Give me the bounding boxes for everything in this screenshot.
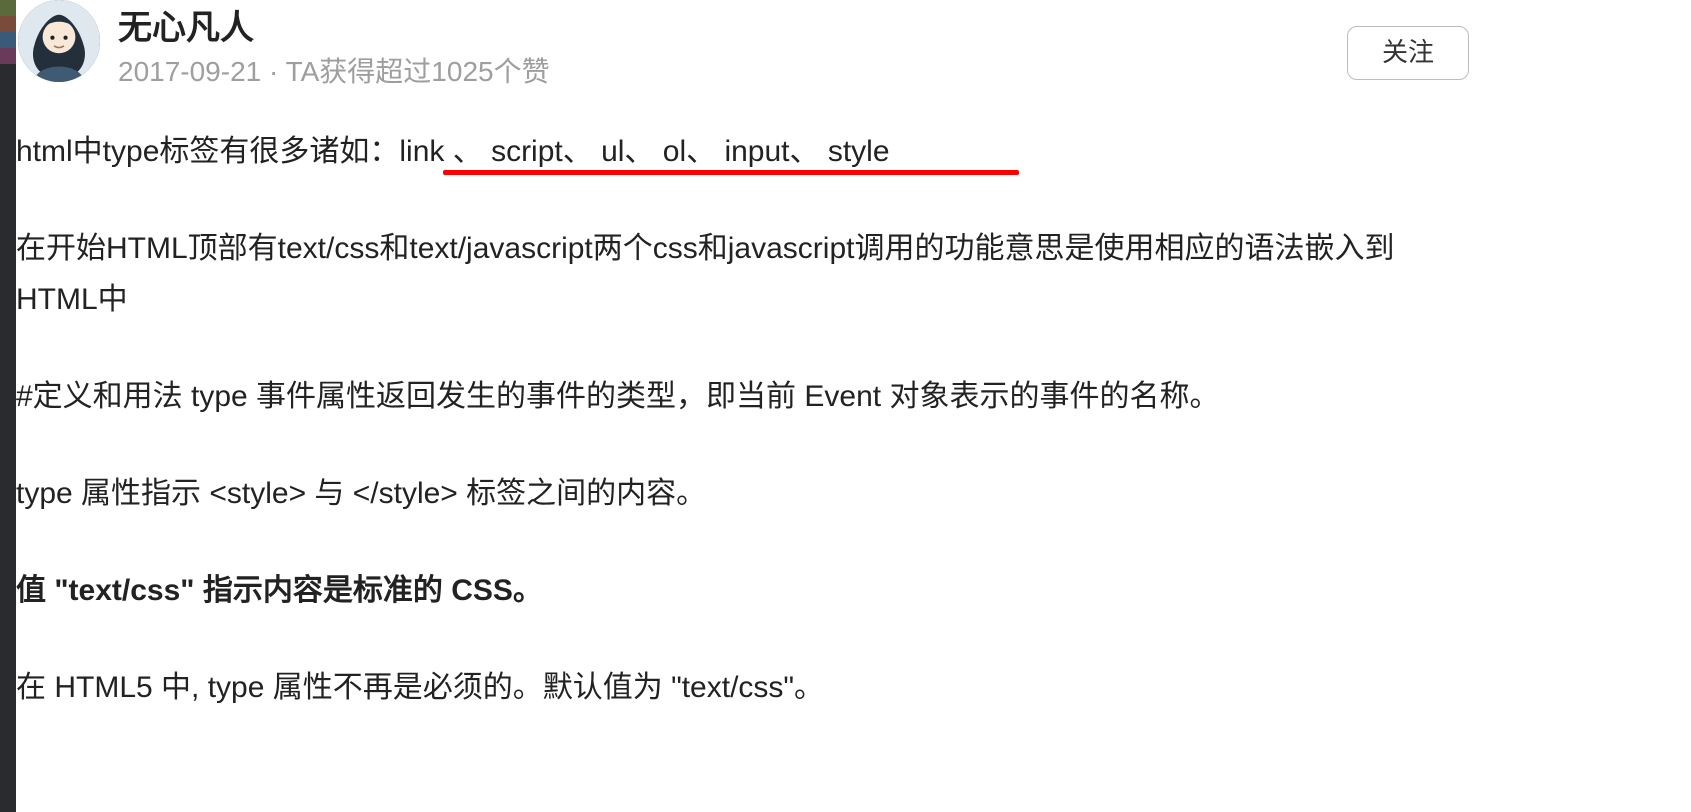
avatar-illustration: [18, 0, 100, 82]
paragraph-3: #定义和用法 type 事件属性返回发生的事件的类型，即当前 Event 对象表…: [16, 371, 1469, 422]
paragraph-4: type 属性指示 <style> 与 </style> 标签之间的内容。: [16, 468, 1469, 519]
paragraph-5: 值 "text/css" 指示内容是标准的 CSS。: [16, 565, 1469, 616]
author-meta: 2017-09-21 · TA获得超过1025个赞: [118, 50, 550, 90]
author-avatar[interactable]: [18, 0, 100, 82]
follow-button[interactable]: 关注: [1347, 26, 1469, 80]
paragraph-1: html中type标签有很多诸如：link 、 script、 ul、 ol、 …: [16, 126, 1469, 177]
red-underline-annotation: [443, 170, 1019, 175]
author-name[interactable]: 无心凡人: [118, 0, 254, 49]
page-root: 无心凡人 2017-09-21 · TA获得超过1025个赞 关注 html中t…: [0, 0, 1691, 812]
paragraph-2: 在开始HTML顶部有text/css和text/javascript两个css和…: [16, 223, 1469, 325]
answer-content: html中type标签有很多诸如：link 、 script、 ul、 ol、 …: [16, 126, 1469, 759]
paragraph-1-text: html中type标签有很多诸如：link 、 script、 ul、 ol、 …: [16, 135, 890, 168]
paragraph-6: 在 HTML5 中, type 属性不再是必须的。默认值为 "text/css"…: [16, 662, 1469, 713]
editor-gutter-strip: [0, 0, 16, 812]
